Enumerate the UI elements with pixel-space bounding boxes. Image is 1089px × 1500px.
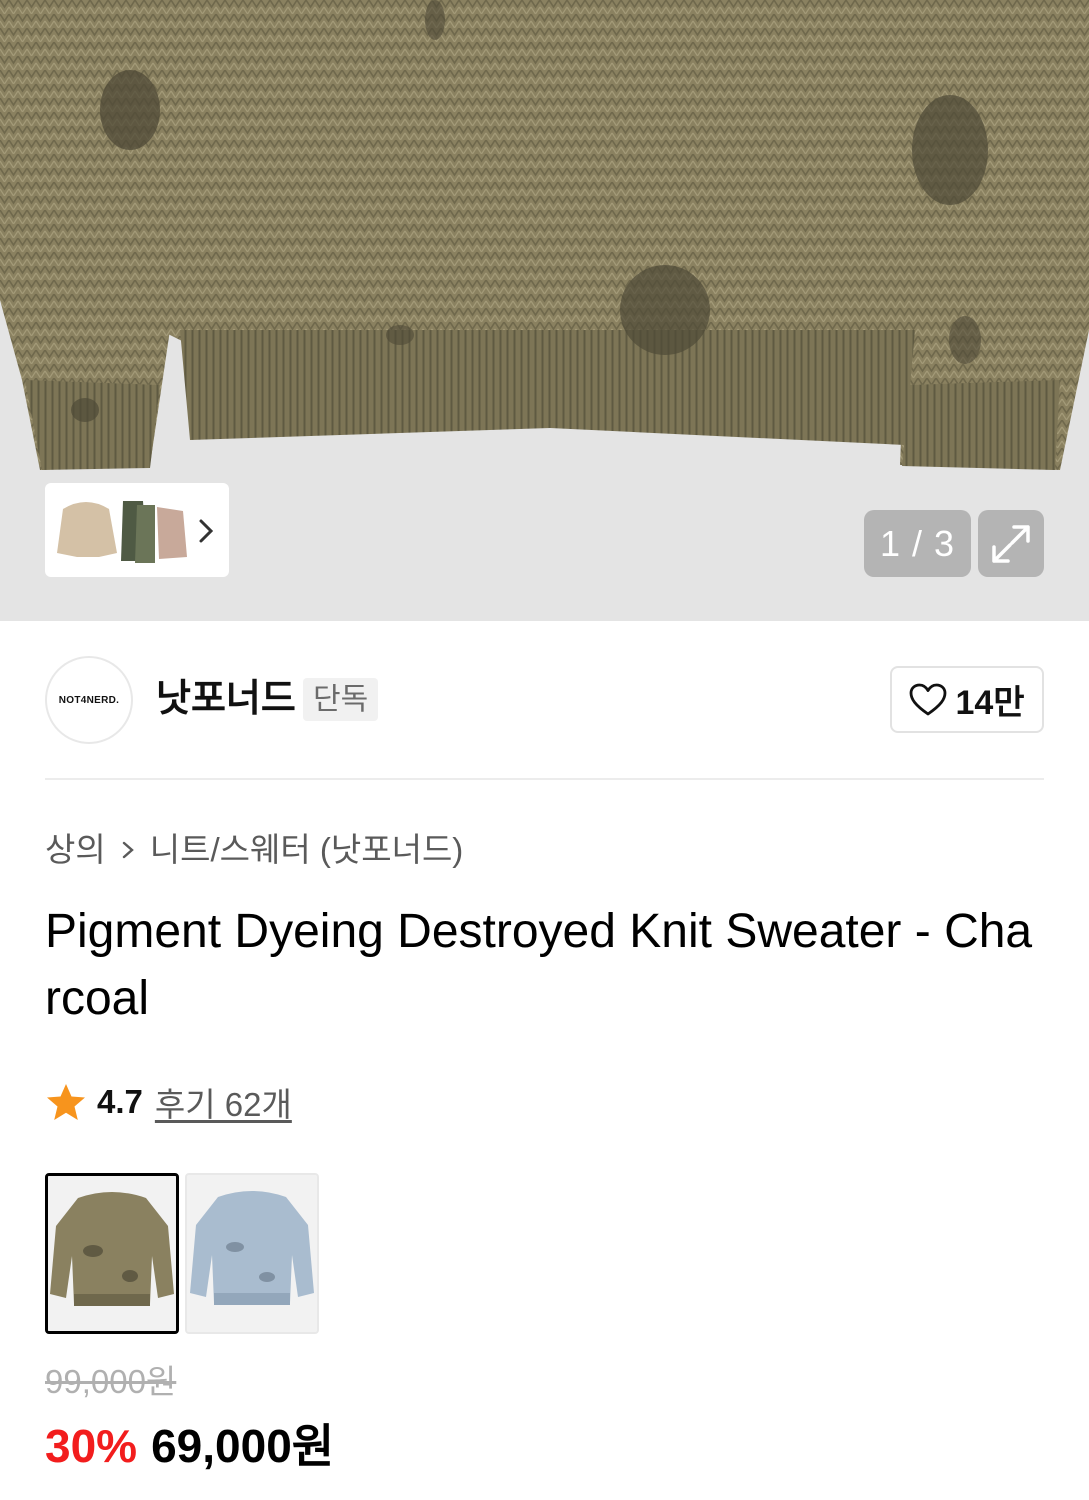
brand-logo-text: NOT4NERD.: [58, 694, 120, 706]
discount-rate: 30%: [45, 1420, 138, 1472]
product-image-gallery[interactable]: 1 / 3: [0, 0, 1089, 621]
review-link[interactable]: 후기 62개: [155, 1078, 292, 1126]
chevron-right-icon[interactable]: [195, 513, 219, 549]
like-button[interactable]: 14만: [890, 666, 1044, 733]
divider: [45, 778, 1044, 780]
expand-icon: [992, 524, 1030, 563]
price-row: 30% 69,000원: [45, 1416, 334, 1476]
rating-row: 4.7 후기 62개: [45, 1078, 292, 1126]
brand-name[interactable]: 낫포너드: [156, 676, 296, 722]
breadcrumb-category[interactable]: 상의: [45, 826, 106, 874]
color-option-image: [187, 1175, 317, 1332]
color-option-blue[interactable]: [185, 1173, 319, 1334]
color-option-charcoal[interactable]: [45, 1173, 179, 1334]
original-price: 99,000원: [45, 1363, 177, 1400]
color-option-image: [48, 1176, 176, 1331]
product-title: Pigment Dyeing Destroyed Knit Sweater - …: [45, 905, 1033, 1025]
breadcrumb: 상의 니트/스웨터 (낫포너드): [45, 826, 463, 874]
star-icon: [47, 1084, 85, 1120]
expand-button[interactable]: [978, 510, 1044, 577]
breadcrumb-subcategory[interactable]: 니트/스웨터 (낫포너드): [150, 826, 464, 874]
brand-logo[interactable]: NOT4NERD.: [45, 656, 133, 744]
image-counter: 1 / 3: [864, 510, 971, 577]
sale-price: 69,000원: [151, 1420, 335, 1472]
exclusive-badge: 단독: [303, 678, 379, 721]
like-count: 14만: [955, 684, 1025, 722]
thumbnail-strip[interactable]: [45, 483, 229, 577]
rating-score: 4.7: [97, 1083, 143, 1120]
chevron-right-icon: [122, 841, 134, 859]
thumbnail-images[interactable]: [51, 491, 191, 569]
heart-icon: [910, 683, 947, 715]
